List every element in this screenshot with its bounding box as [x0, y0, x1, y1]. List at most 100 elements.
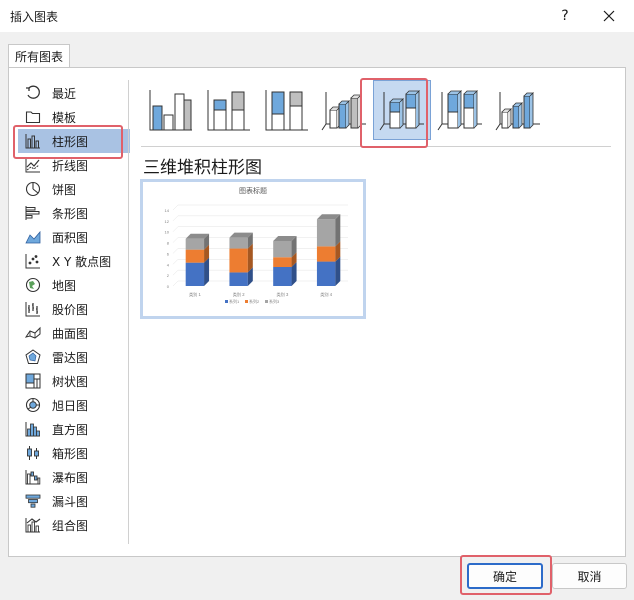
chart-title: 图表标题 [239, 186, 267, 195]
percent-stacked-column-icon [265, 90, 308, 131]
selected-subtype-title: 三维堆积柱形图 [143, 158, 262, 178]
scatter-chart-icon [24, 252, 42, 270]
sidebar-item-waterfall[interactable]: 瀑布图 [18, 465, 130, 489]
sidebar-item-stock[interactable]: 股价图 [18, 297, 130, 321]
sidebar-item-histogram[interactable]: 直方图 [18, 417, 130, 441]
sidebar-item-scatter[interactable]: X Y 散点图 [18, 249, 130, 273]
subtype-percent-stacked-column[interactable] [257, 80, 315, 140]
subtype-3d-stacked-column[interactable] [373, 80, 431, 140]
y-tick-label: 6 [167, 251, 170, 256]
bar-segment-side [335, 214, 341, 247]
map-chart-icon [24, 276, 42, 294]
sidebar-item-label: 雷达图 [52, 350, 89, 365]
title-bar: 插入图表 ? [0, 0, 634, 32]
sidebar-item-funnel[interactable]: 漏斗图 [18, 489, 130, 513]
gridline-depth [172, 226, 179, 232]
sidebar-item-label: 漏斗图 [52, 494, 89, 509]
radar-chart-icon [24, 348, 42, 366]
sidebar-item-pie[interactable]: 饼图 [18, 177, 130, 201]
sidebar-item-templates[interactable]: 模板 [18, 105, 130, 129]
bar-segment-side [247, 243, 253, 273]
sidebar-item-recent[interactable]: 最近 [18, 81, 130, 105]
combo-chart-icon [24, 516, 42, 534]
subtype-divider [141, 146, 611, 147]
x-tick-label: 类别 1 [189, 291, 202, 298]
sidebar-item-label: 组合图 [52, 518, 89, 533]
sidebar-item-label: 箱形图 [52, 446, 89, 461]
dialog-title: 插入图表 [10, 10, 59, 24]
sunburst-chart-icon [24, 396, 42, 414]
bar-segment [185, 262, 205, 286]
sidebar-item-label: 旭日图 [52, 398, 89, 413]
cancel-button[interactable]: 取消 [552, 563, 627, 589]
y-tick-label: 2 [167, 273, 170, 278]
subtype-3d-percent-stacked-column[interactable] [431, 80, 489, 140]
subtype-clustered-column[interactable] [141, 80, 199, 140]
bar-segment [229, 237, 248, 249]
sidebar-item-label: 面积图 [52, 230, 89, 245]
y-tick-label: 14 [165, 208, 170, 213]
tab-strip: 所有图表 [0, 32, 634, 68]
chart-subtype-strip [141, 80, 611, 144]
sidebar-item-box-whisker[interactable]: 箱形图 [18, 441, 130, 465]
sidebar-item-label: X Y 散点图 [52, 254, 112, 269]
sidebar-item-treemap[interactable]: 树状图 [18, 369, 130, 393]
sidebar-item-surface[interactable]: 曲面图 [18, 321, 130, 345]
subtype-stacked-column[interactable] [199, 80, 257, 140]
y-tick-label: 0 [167, 284, 170, 289]
close-icon [603, 10, 615, 22]
sidebar-item-label: 直方图 [52, 422, 89, 437]
bar-segment [316, 246, 336, 262]
sidebar-item-label: 地图 [52, 278, 77, 293]
column-chart-icon [24, 132, 42, 150]
sidebar-item-label: 柱形图 [52, 134, 89, 149]
sidebar-item-bar[interactable]: 条形图 [18, 201, 130, 225]
sidebar-item-line[interactable]: 折线图 [18, 153, 130, 177]
content-panel: 最近 模板 柱形图 折线图 饼图 条形图 面积图 X Y 散点图 地图 股价图 … [8, 67, 626, 557]
gridline-depth [172, 259, 179, 265]
tab-all-charts[interactable]: 所有图表 [8, 44, 71, 68]
sidebar-item-combo[interactable]: 组合图 [18, 513, 130, 537]
gridline-depth [172, 215, 179, 222]
bar-segment-side [335, 256, 341, 286]
sidebar-item-radar[interactable]: 雷达图 [18, 345, 130, 369]
3d-percent-stacked-column-icon [437, 90, 482, 131]
legend-label: 系列3 [269, 298, 280, 304]
x-tick-label: 类别 3 [276, 291, 289, 298]
y-tick-label: 4 [167, 262, 170, 267]
bar-segment [316, 219, 336, 247]
funnel-chart-icon [24, 492, 42, 510]
chart-preview-svg: 图表标题 0 2 4 6 8 10 12 14 类别 1 类别 2 类别 3 类别 4 系列1 系列2 系列… [165, 186, 348, 304]
sidebar-item-sunburst[interactable]: 旭日图 [18, 393, 130, 417]
sidebar-item-label: 曲面图 [52, 326, 89, 341]
close-button[interactable] [594, 0, 624, 32]
help-button[interactable]: ? [550, 0, 580, 32]
y-tick-label: 8 [167, 241, 170, 246]
chart-preview[interactable]: 图表标题 0 2 4 6 8 10 12 14 类别 1 类别 2 类别 3 类别 4 系列1 系列2 系列… [140, 179, 366, 319]
bar-segment [273, 240, 292, 258]
treemap-chart-icon [24, 372, 42, 390]
bar-segment [229, 272, 248, 286]
gridline-depth [172, 248, 179, 254]
sidebar-divider [128, 80, 129, 544]
stacked-column-icon [207, 90, 250, 131]
bar-segment [273, 257, 292, 267]
ok-button[interactable]: 确定 [467, 563, 543, 589]
legend-swatch [265, 300, 268, 303]
sidebar-item-column[interactable]: 柱形图 [18, 129, 130, 153]
bar-segment [273, 267, 292, 286]
sidebar-item-area[interactable]: 面积图 [18, 225, 130, 249]
legend-label: 系列1 [229, 298, 240, 304]
sidebar-item-label: 股价图 [52, 302, 89, 317]
area-chart-icon [24, 228, 42, 246]
preview-area: 图表标题 0 2 4 6 8 10 12 14 类别 1 类别 2 类别 3 类别 4 系列1 系列2 系列… [140, 179, 366, 544]
sidebar-item-map[interactable]: 地图 [18, 273, 130, 297]
sidebar-item-label: 折线图 [52, 158, 89, 173]
recent-icon [24, 84, 42, 102]
folder-icon [24, 108, 42, 126]
line-chart-icon [24, 156, 42, 174]
bar-chart-icon [24, 204, 42, 222]
subtype-3d-column[interactable] [489, 80, 547, 140]
subtype-3d-clustered-column[interactable] [315, 80, 373, 140]
gridline-depth [172, 237, 179, 243]
